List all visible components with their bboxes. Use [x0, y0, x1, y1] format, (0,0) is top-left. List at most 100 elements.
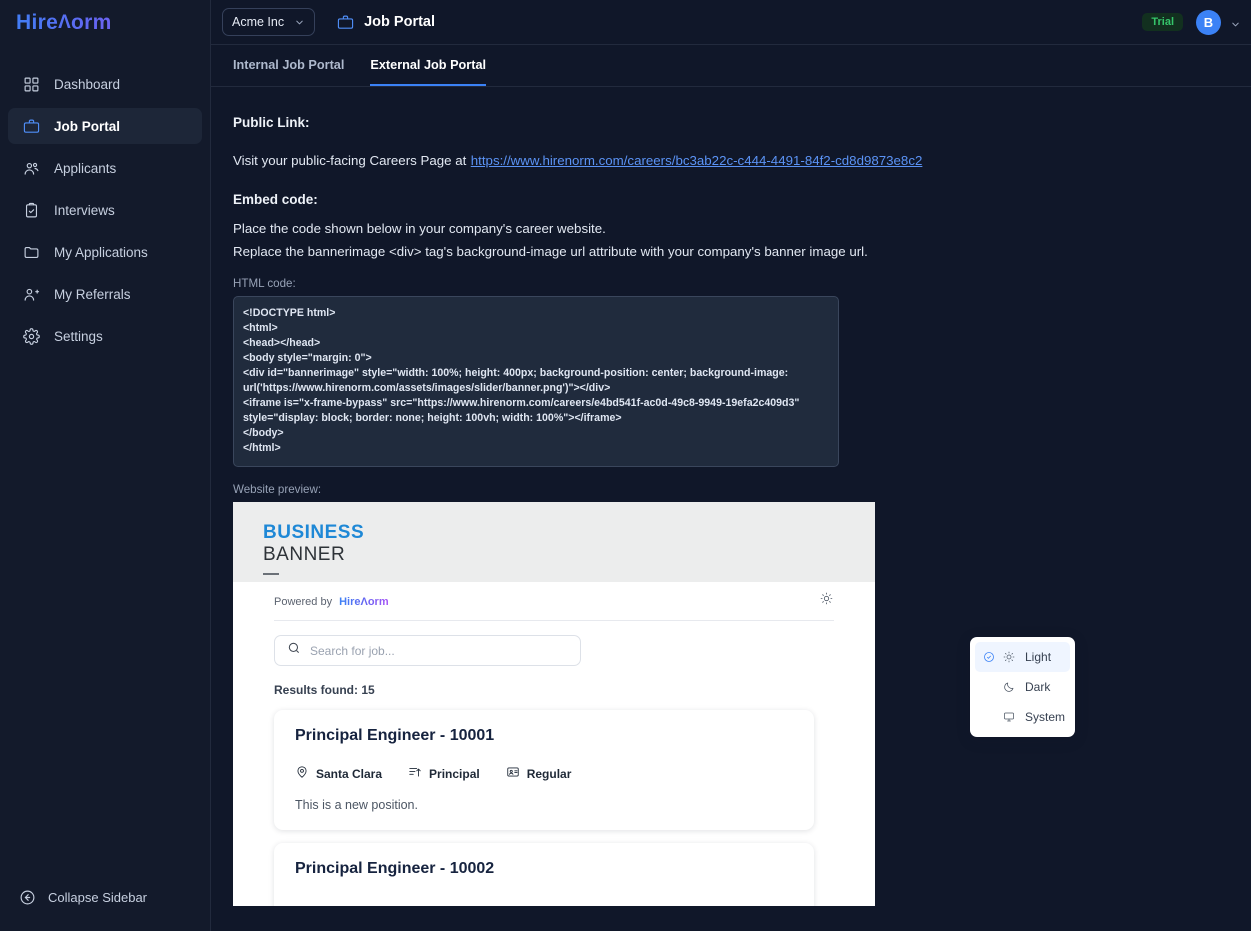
theme-option-label: Light [1025, 650, 1052, 664]
embed-code-heading: Embed code: [233, 192, 318, 207]
public-careers-page-link[interactable]: https://www.hirenorm.com/careers/bc3ab22… [471, 153, 923, 168]
job-type-label: Regular [526, 766, 572, 781]
sidebar-nav: Dashboard Job Portal Applicants Intervie… [0, 66, 210, 354]
org-selector[interactable]: Acme Inc [222, 8, 316, 36]
sidebar-item-job-portal[interactable]: Job Portal [8, 108, 202, 144]
public-link-heading: Public Link: [233, 115, 310, 130]
banner-line-1: BUSINESS [263, 522, 365, 543]
collapse-sidebar-label: Collapse Sidebar [48, 889, 148, 905]
folder-icon [22, 243, 40, 261]
theme-option-light[interactable]: Light [975, 642, 1070, 672]
chevron-down-icon [294, 17, 305, 28]
job-level-label: Principal [429, 766, 480, 781]
sidebar-item-label: Applicants [54, 160, 117, 176]
search-input[interactable] [310, 643, 568, 658]
sun-icon [820, 592, 833, 610]
id-card-icon [506, 765, 520, 782]
app-logo[interactable]: Hire Λorm [0, 0, 210, 46]
chevron-down-icon[interactable] [1230, 17, 1241, 28]
gear-icon [22, 327, 40, 345]
banner-line-2: BANNER [263, 544, 346, 565]
tab-external-job-portal[interactable]: External Job Portal [370, 45, 487, 86]
job-search-box[interactable] [274, 635, 581, 666]
powered-by-label: Powered by [274, 596, 333, 608]
job-title: Principal Engineer - 10001 [295, 727, 495, 744]
sidebar-item-my-referrals[interactable]: My Referrals [8, 276, 202, 312]
preview-divider [274, 620, 834, 621]
website-preview-label: Website preview: [233, 483, 322, 496]
app-root: Hire Λorm Dashboard Job Portal Applicants [0, 0, 1251, 931]
website-preview-frame: BUSINESS BANNER Powered by HireΛorm Sear… [233, 502, 875, 906]
grid-icon [22, 75, 40, 93]
html-code-block[interactable]: <!DOCTYPE html> <html> <head></head> <bo… [233, 296, 839, 467]
preview-body: Powered by HireΛorm Search for job... Re… [233, 582, 875, 906]
theme-dropdown-menu: Light Dark System [970, 637, 1075, 737]
job-location: Santa Clara [295, 765, 382, 782]
org-selector-label: Acme Inc [232, 15, 285, 29]
page-title: Job Portal [364, 14, 436, 30]
arrow-left-circle-icon [18, 888, 36, 906]
preview-banner: BUSINESS BANNER [233, 502, 875, 582]
sidebar-item-interviews[interactable]: Interviews [8, 192, 202, 228]
sidebar-item-label: Settings [54, 328, 103, 344]
theme-option-system[interactable]: System [975, 702, 1070, 732]
sidebar-item-label: Interviews [54, 202, 115, 218]
public-link-row: Visit your public-facing Careers Page at… [233, 152, 1229, 170]
page-title-group: Job Portal [336, 13, 435, 31]
sidebar-item-applicants[interactable]: Applicants [8, 150, 202, 186]
search-icon [287, 641, 301, 660]
job-title: Principal Engineer - 10002 [295, 860, 495, 877]
banner-dash [263, 573, 279, 575]
sidebar-item-dashboard[interactable]: Dashboard [8, 66, 202, 102]
job-meta-row: Santa Clara Principal Regular [295, 765, 793, 782]
job-type: Regular [506, 765, 572, 782]
tab-internal-job-portal[interactable]: Internal Job Portal [233, 45, 344, 86]
user-plus-icon [22, 285, 40, 303]
sun-icon [1002, 651, 1015, 663]
users-icon [22, 159, 40, 177]
job-description: This is a new position. [295, 798, 418, 812]
embed-instruction-line-2: Replace the bannerimage <div> tag's back… [233, 244, 868, 259]
logo-text-part1: Hire [16, 11, 59, 34]
sidebar-item-label: My Applications [54, 244, 148, 260]
theme-option-label: Dark [1025, 680, 1051, 694]
tab-label: External Job Portal [370, 57, 487, 72]
sidebar-item-label: Dashboard [54, 76, 121, 92]
monitor-icon [1002, 711, 1015, 723]
logo-peak-glyph: Λ [58, 12, 72, 33]
tab-bar: Internal Job Portal External Job Portal [211, 45, 1251, 87]
powered-by-brand: HireΛorm [339, 596, 389, 608]
theme-option-dark[interactable]: Dark [975, 672, 1070, 702]
job-level: Principal [408, 765, 480, 782]
tab-label: Internal Job Portal [233, 57, 345, 72]
sidebar-item-my-applications[interactable]: My Applications [8, 234, 202, 270]
html-code-label: HTML code: [233, 277, 296, 290]
map-pin-icon [295, 765, 309, 782]
sidebar-item-settings[interactable]: Settings [8, 318, 202, 354]
trial-badge: Trial [1142, 13, 1183, 31]
briefcase-icon [336, 13, 354, 31]
collapse-sidebar-button[interactable]: Collapse Sidebar [8, 881, 202, 913]
sidebar: Hire Λorm Dashboard Job Portal Applicants [0, 0, 211, 931]
avatar[interactable]: B [1196, 9, 1221, 35]
briefcase-icon [22, 117, 40, 135]
topbar: Acme Inc Job Portal Trial B [211, 0, 1251, 45]
job-location-label: Santa Clara [316, 766, 383, 781]
embed-instruction-line-1: Place the code shown below in your compa… [233, 221, 606, 236]
main-area: Acme Inc Job Portal Trial B Internal Job… [211, 0, 1251, 931]
check-circle-icon [982, 651, 995, 663]
public-link-text: Visit your public-facing Careers Page at [233, 153, 467, 168]
moon-icon [1002, 681, 1015, 693]
powered-by-row: Powered by HireΛorm [265, 582, 843, 608]
content-area: Public Link: Visit your public-facing Ca… [211, 87, 1251, 906]
sidebar-item-label: My Referrals [54, 286, 131, 302]
theme-toggle-button[interactable] [815, 590, 837, 612]
clipboard-check-icon [22, 201, 40, 219]
theme-option-label: System [1025, 710, 1066, 724]
job-card[interactable]: Principal Engineer - 10002 [274, 843, 814, 906]
results-count: Results found: 15 [274, 683, 375, 697]
job-card[interactable]: Principal Engineer - 10001 Santa Clara P… [274, 710, 814, 830]
sidebar-item-label: Job Portal [54, 118, 121, 134]
level-arrow-icon [408, 765, 422, 782]
logo-text-part2: orm [71, 11, 112, 34]
